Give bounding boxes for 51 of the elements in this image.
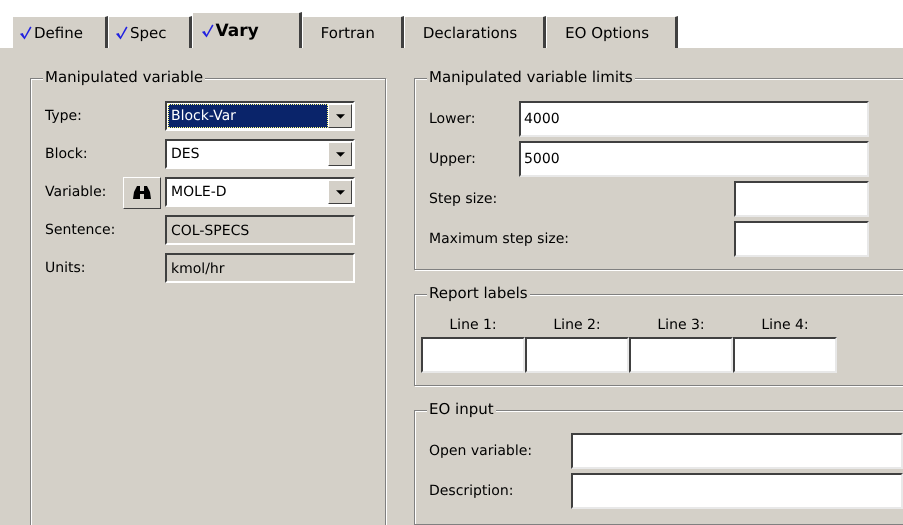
field-label: Line 1: (449, 317, 497, 333)
dropdown[interactable]: DES (165, 139, 355, 169)
input-field[interactable]: 4000 (519, 101, 869, 137)
tab[interactable]: EO Options (546, 16, 678, 48)
field-label: Line 4: (761, 317, 809, 333)
group-title: EO input (427, 400, 496, 418)
readonly-field: COL-SPECS (165, 215, 355, 245)
input-field[interactable] (571, 473, 903, 509)
field-label: Description: (429, 483, 514, 499)
group-title: Manipulated variable limits (427, 68, 635, 86)
group-title: Report labels (427, 284, 530, 302)
find-button[interactable] (123, 177, 161, 209)
dropdown-arrow-button[interactable] (328, 104, 352, 128)
input-field[interactable] (733, 337, 837, 373)
field-label: Line 3: (657, 317, 705, 333)
caret-icon (336, 152, 344, 156)
input-field[interactable] (421, 337, 525, 373)
dropdown[interactable]: Block-Var (165, 101, 355, 131)
caret-icon (336, 190, 344, 194)
field-label: Lower: (429, 111, 476, 127)
readonly-field: kmol/hr (165, 253, 355, 283)
field-label: Type: (45, 108, 83, 124)
check-icon (19, 24, 32, 40)
input-field[interactable] (734, 181, 869, 217)
field-label: Sentence: (45, 222, 116, 238)
input-field[interactable]: 5000 (519, 141, 869, 177)
field-label: Maximum step size: (429, 231, 570, 247)
tab[interactable]: Vary (192, 12, 302, 48)
dropdown-arrow-button[interactable] (328, 142, 352, 166)
input-field[interactable] (629, 337, 733, 373)
field-label: Units: (45, 260, 87, 276)
check-icon (200, 22, 214, 38)
field-label: Open variable: (429, 443, 534, 459)
check-icon (114, 24, 128, 40)
input-field[interactable] (571, 433, 903, 469)
group-title: Manipulated variable (43, 68, 206, 86)
caret-icon (336, 114, 344, 118)
dropdown-arrow-button[interactable] (328, 180, 352, 204)
field-label: Step size: (429, 191, 498, 207)
input-field[interactable] (734, 221, 869, 257)
input-field[interactable] (525, 337, 629, 373)
field-label: Block: (45, 146, 89, 162)
field-label: Upper: (429, 151, 476, 167)
dropdown[interactable]: MOLE-D (165, 177, 355, 207)
field-label: Line 2: (553, 317, 601, 333)
tab[interactable]: Spec (108, 16, 192, 48)
field-label: Variable: (45, 184, 108, 200)
binoculars-icon (132, 185, 152, 201)
tab[interactable]: Declarations (404, 16, 546, 48)
tab[interactable]: Fortran (302, 16, 404, 48)
tab[interactable]: Define (12, 16, 108, 48)
